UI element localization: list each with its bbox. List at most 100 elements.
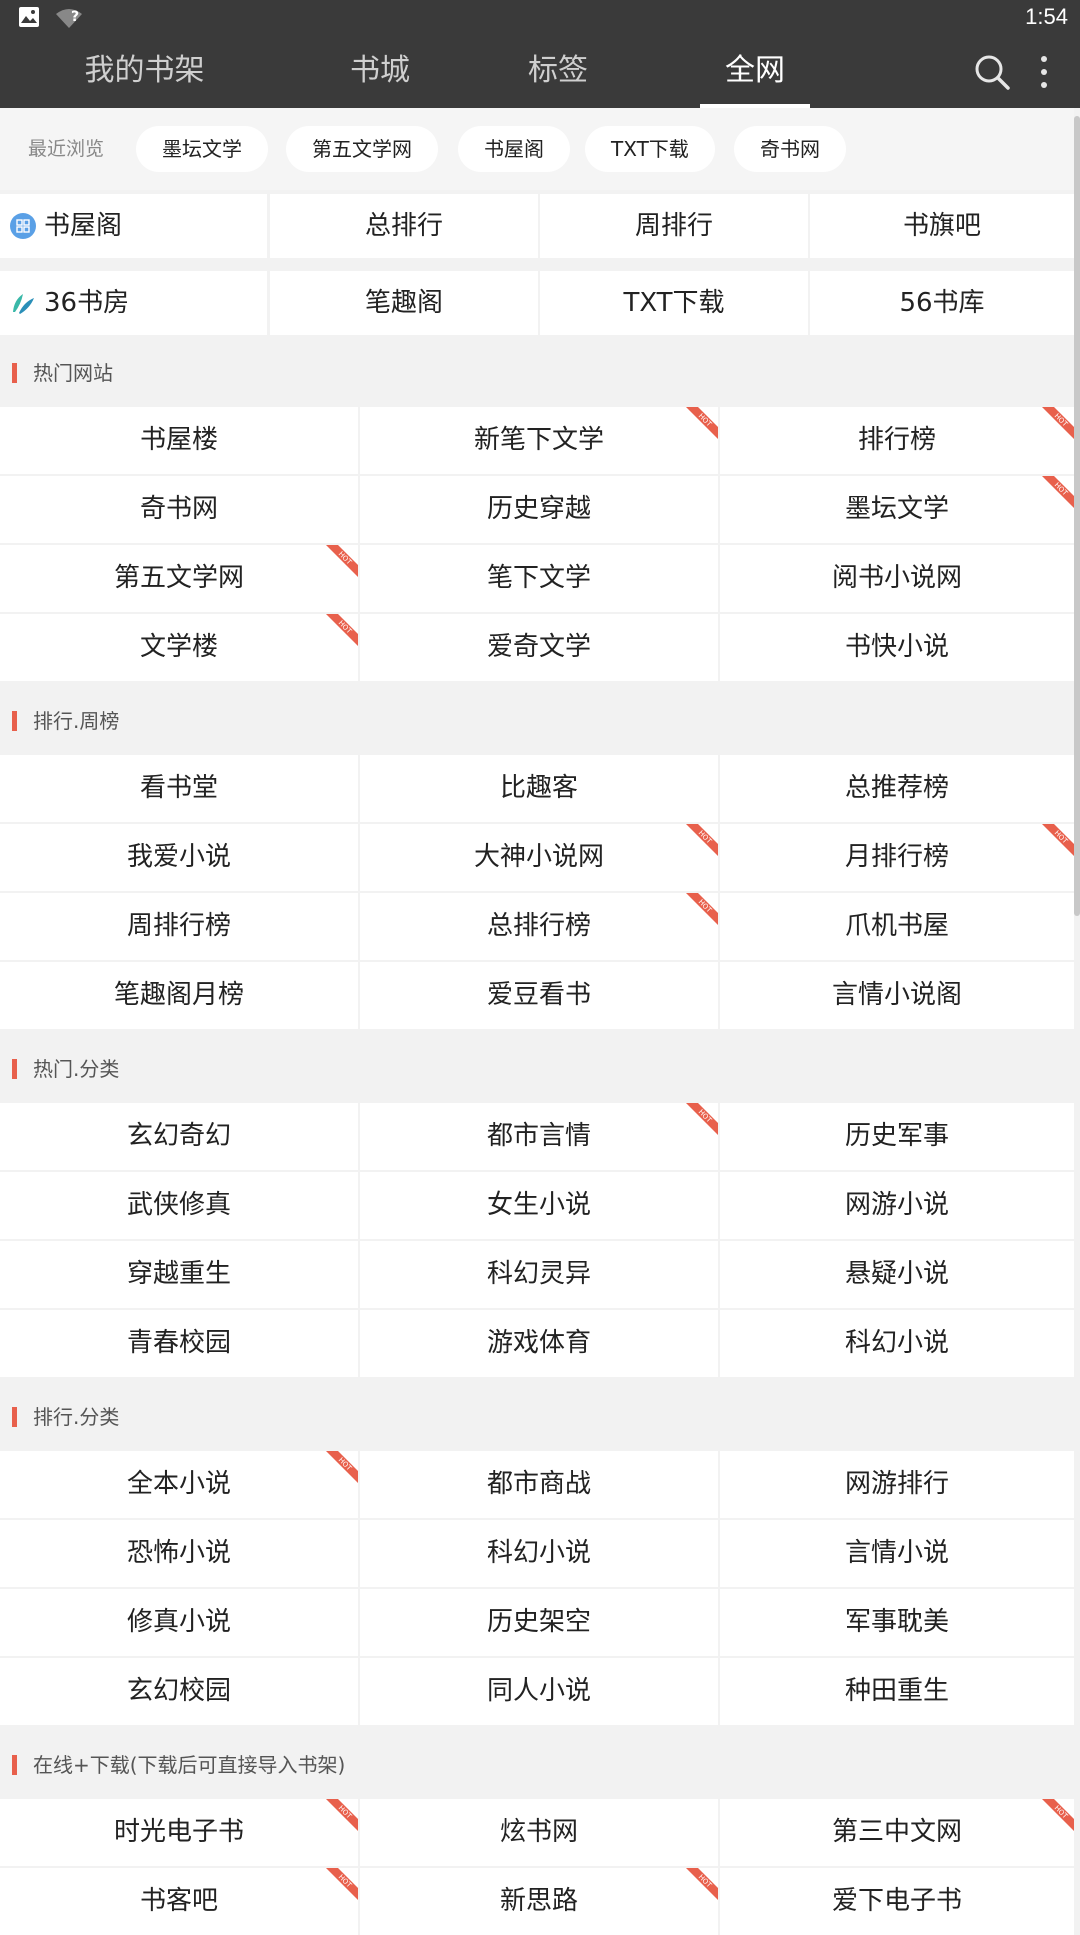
top-site-link[interactable]: 总排行 [270, 194, 538, 258]
site-link-label: 武侠修真 [126, 1190, 231, 1220]
site-link-label: 爪机书屋 [844, 911, 949, 941]
recent-chip[interactable]: 第五文学网 [286, 126, 438, 172]
hot-badge-icon: HOT [326, 614, 358, 646]
site-link[interactable]: 大神小说网 HOT [360, 824, 718, 891]
top-site-link[interactable]: 周排行 [540, 194, 808, 258]
site-link-label: 言情小说 [844, 1538, 949, 1568]
section-accent-bar [12, 1407, 17, 1427]
site-link[interactable]: 炫书网 [360, 1799, 718, 1866]
site-link[interactable]: 总推荐榜 [720, 755, 1074, 822]
site-link[interactable]: 新笔下文学 HOT [360, 407, 718, 474]
site-link[interactable]: 爱豆看书 [360, 962, 718, 1029]
top-site-link[interactable]: TXT下载 [540, 271, 808, 335]
site-link[interactable]: 网游小说 [720, 1172, 1074, 1239]
site-link[interactable]: 军事耽美 [720, 1589, 1074, 1656]
site-link-label: 排行榜 [857, 425, 936, 455]
site-link[interactable]: 爱下电子书 [720, 1868, 1074, 1935]
site-link[interactable]: 笔趣阁月榜 [0, 962, 358, 1029]
scrollbar[interactable] [1074, 116, 1080, 916]
top-site-link[interactable]: 笔趣阁 [270, 271, 538, 335]
site-link[interactable]: 历史军事 [720, 1103, 1074, 1170]
tab-bookstore[interactable]: 书城 [345, 36, 415, 108]
site-link-label: 同人小说 [486, 1676, 591, 1706]
site-link[interactable]: 科幻灵异 [360, 1241, 718, 1308]
search-icon[interactable] [970, 50, 1014, 94]
recent-browsing-bar: 最近浏览 墨坛文学 第五文学网 书屋阁 TXT下载 奇书网 [0, 108, 1074, 190]
site-link[interactable]: 周排行榜 [0, 893, 358, 960]
site-link-label: 墨坛文学 [844, 494, 949, 524]
site-link[interactable]: 书快小说 [720, 614, 1074, 681]
site-link[interactable]: 都市商战 [360, 1451, 718, 1518]
site-link[interactable]: 总排行榜 HOT [360, 893, 718, 960]
hot-badge-icon: HOT [326, 1799, 358, 1831]
site-link[interactable]: 书客吧 HOT [0, 1868, 358, 1935]
site-link[interactable]: 爱奇文学 [360, 614, 718, 681]
site-link[interactable]: 同人小说 [360, 1658, 718, 1725]
site-link[interactable]: 青春校园 [0, 1310, 358, 1377]
site-link[interactable]: 科幻小说 [720, 1310, 1074, 1377]
wifi-question-mark: ? [71, 9, 80, 25]
site-link[interactable]: 看书堂 [0, 755, 358, 822]
site-link[interactable]: 墨坛文学 HOT [720, 476, 1074, 543]
top-site-link[interactable]: 书屋阁 [0, 194, 267, 258]
site-link[interactable]: 武侠修真 [0, 1172, 358, 1239]
site-link[interactable]: 悬疑小说 [720, 1241, 1074, 1308]
top-site-label: 36书房 [44, 288, 130, 318]
site-link[interactable]: 书屋楼 [0, 407, 358, 474]
more-vert-icon[interactable] [1024, 50, 1064, 94]
app-bar: 我的书架 书城 标签 全网 [0, 36, 1080, 108]
hot-badge-icon: HOT [326, 1868, 358, 1900]
site-link[interactable]: 比趣客 [360, 755, 718, 822]
hot-badge-icon: HOT [1042, 476, 1074, 508]
site-link[interactable]: 第三中文网 HOT [720, 1799, 1074, 1866]
site-link[interactable]: 科幻小说 [360, 1520, 718, 1587]
tab-whole-web[interactable]: 全网 [700, 36, 810, 108]
recent-chip[interactable]: 书屋阁 [458, 126, 570, 172]
hot-badge-icon: HOT [686, 824, 718, 856]
tab-my-bookshelf[interactable]: 我的书架 [72, 36, 217, 108]
site-link[interactable]: 玄幻奇幻 [0, 1103, 358, 1170]
site-link[interactable]: 言情小说阁 [720, 962, 1074, 1029]
site-link[interactable]: 恐怖小说 [0, 1520, 358, 1587]
site-link[interactable]: 阅书小说网 [720, 545, 1074, 612]
site-link[interactable]: 时光电子书 HOT [0, 1799, 358, 1866]
site-link[interactable]: 女生小说 [360, 1172, 718, 1239]
site-link[interactable]: 网游排行 [720, 1451, 1074, 1518]
site-link[interactable]: 玄幻校园 [0, 1658, 358, 1725]
site-link[interactable]: 全本小说 HOT [0, 1451, 358, 1518]
site-link-label: 玄幻校园 [126, 1676, 231, 1706]
site-link[interactable]: 爪机书屋 [720, 893, 1074, 960]
top-site-link[interactable]: 36书房 [0, 271, 267, 335]
site-link[interactable]: 笔下文学 [360, 545, 718, 612]
site-link[interactable]: 历史架空 [360, 1589, 718, 1656]
top-site-link[interactable]: 56书库 [810, 271, 1074, 335]
site-link[interactable]: 第五文学网 HOT [0, 545, 358, 612]
site-link-label: 比趣客 [499, 773, 578, 803]
top-site-link[interactable]: 书旗吧 [810, 194, 1074, 258]
site-link[interactable]: 游戏体育 [360, 1310, 718, 1377]
site-link[interactable]: 我爱小说 [0, 824, 358, 891]
section-header: 排行.周榜 [0, 689, 1074, 753]
site-link[interactable]: 奇书网 [0, 476, 358, 543]
site-link[interactable]: 月排行榜 HOT [720, 824, 1074, 891]
recent-chip[interactable]: TXT下载 [585, 126, 715, 172]
site-link-label: 笔趣阁月榜 [113, 980, 244, 1010]
site-link[interactable]: 排行榜 HOT [720, 407, 1074, 474]
site-link[interactable]: 穿越重生 [0, 1241, 358, 1308]
site-link[interactable]: 新思路 HOT [360, 1868, 718, 1935]
tab-tags[interactable]: 标签 [522, 36, 594, 108]
leaf-logo-icon [13, 294, 34, 314]
recent-chip[interactable]: 墨坛文学 [136, 126, 268, 172]
site-link-label: 新笔下文学 [473, 425, 604, 455]
site-link[interactable]: 都市言情 HOT [360, 1103, 718, 1170]
site-link-label: 历史穿越 [486, 494, 591, 524]
site-link[interactable]: 历史穿越 [360, 476, 718, 543]
site-link[interactable]: 文学楼 HOT [0, 614, 358, 681]
site-link[interactable]: 言情小说 [720, 1520, 1074, 1587]
recent-chip[interactable]: 奇书网 [734, 126, 846, 172]
site-link-label: 第五文学网 [113, 563, 244, 593]
section-title: 在线+下载(下载后可直接导入书架) [33, 1753, 346, 1777]
site-link-label: 炫书网 [499, 1817, 578, 1847]
site-link[interactable]: 种田重生 [720, 1658, 1074, 1725]
site-link[interactable]: 修真小说 [0, 1589, 358, 1656]
